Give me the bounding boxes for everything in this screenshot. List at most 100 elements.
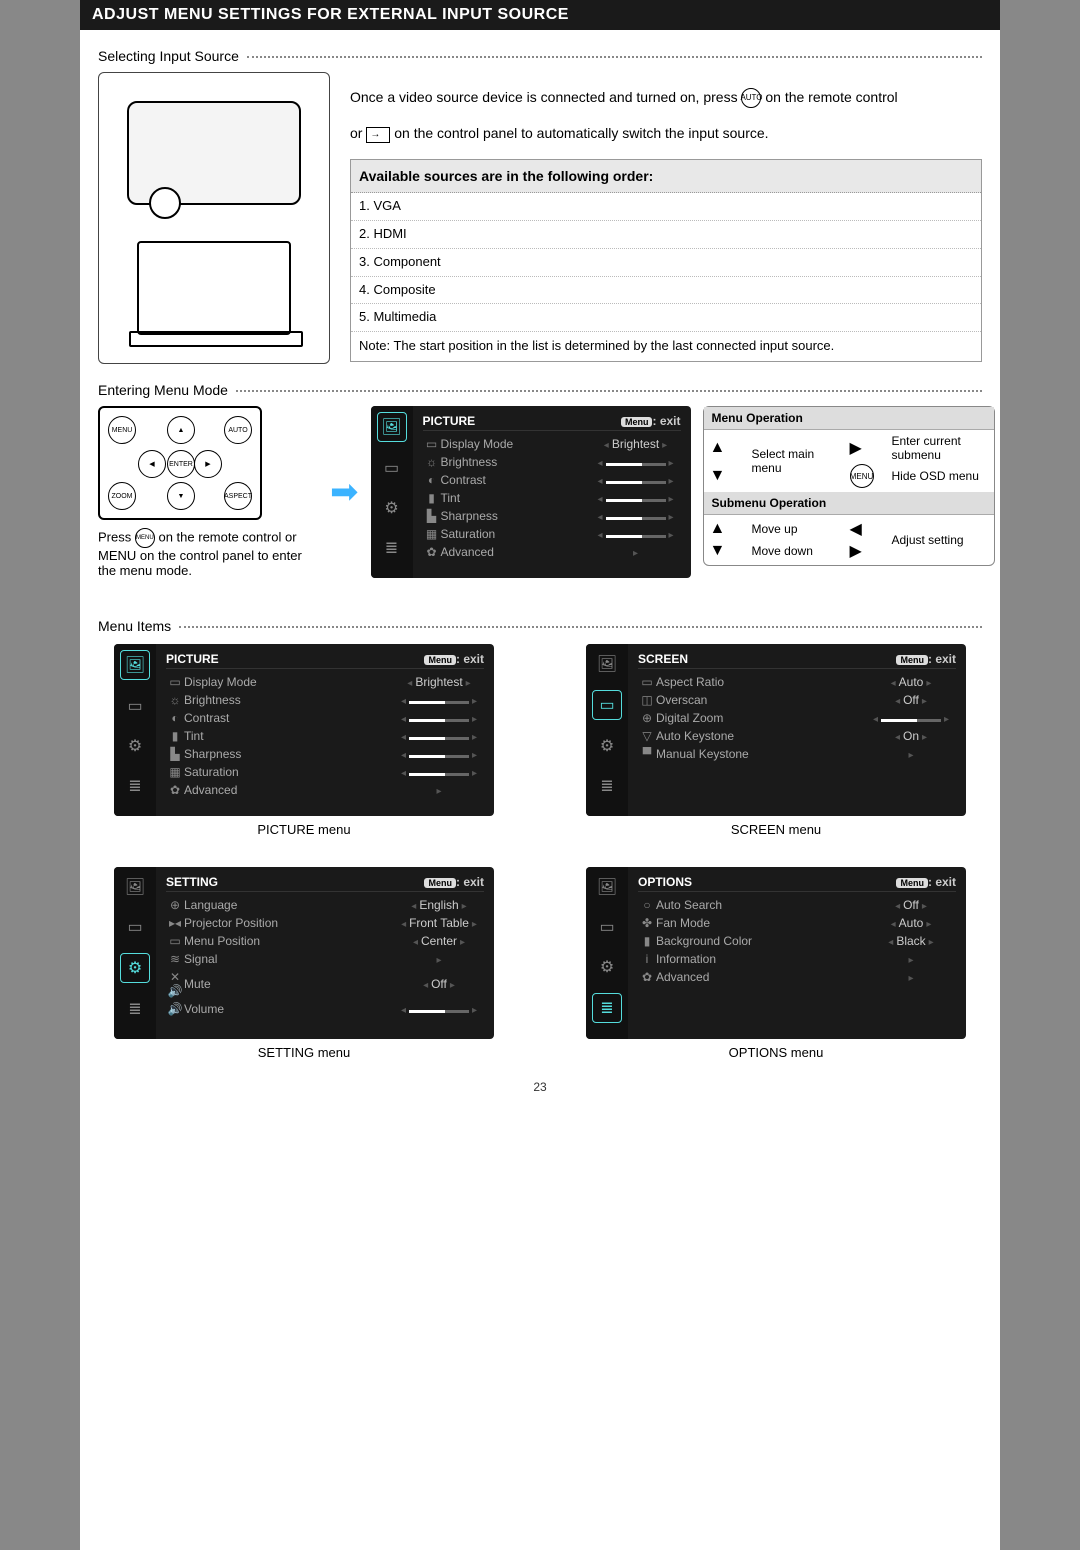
item-icon: ☼: [166, 693, 184, 707]
op-header-1: Menu Operation: [704, 407, 994, 430]
osd-screen-menu: 🖼▭⚙≣SCREENMenu: exit▭Aspect Ratio◂Auto▸◫…: [586, 644, 966, 816]
item-label: Overscan: [656, 693, 866, 707]
remote-left-button: ◀: [138, 450, 166, 478]
op-enter-label: Enter current submenu: [892, 434, 988, 462]
menu-button-icon: MENU: [135, 528, 155, 548]
item-value: ▸: [866, 952, 956, 966]
source-item: 1. VGA: [351, 193, 981, 221]
item-value: ◂▸: [394, 693, 484, 707]
item-value: ◂▸: [394, 711, 484, 725]
right-arrow-icon: ▶: [850, 438, 890, 458]
right-arrow-icon: ▶: [850, 541, 890, 561]
osd-tab-icon: ▭: [378, 454, 406, 482]
item-value: ▸: [591, 545, 681, 559]
down-arrow-icon: ▼: [710, 467, 750, 485]
osd-picture-menu: 🖼▭⚙≣PICTUREMenu: exit▭Display Mode◂Brigh…: [114, 644, 494, 816]
remote-right-button: ▶: [194, 450, 222, 478]
osd-picture-preview: 🖼▭⚙≣PICTUREMenu: exit▭Display Mode◂Brigh…: [371, 406, 691, 578]
op-adjust-label: Adjust setting: [892, 533, 988, 547]
sources-note: Note: The start position in the list is …: [351, 332, 981, 361]
item-icon: ○: [638, 898, 656, 912]
projector-laptop-illustration: [98, 72, 330, 364]
op-header-2: Submenu Operation: [704, 492, 994, 515]
item-icon: ▮: [423, 491, 441, 505]
item-label: Background Color: [656, 934, 866, 948]
osd-tab-icon: ≣: [121, 772, 149, 800]
osd-tab-rail: 🖼▭⚙≣: [586, 867, 628, 1039]
osd-tab-icon: ⚙: [120, 953, 150, 983]
osd-menu-title: OPTIONSMenu: exit: [638, 873, 956, 892]
osd-menu-item: ▙Sharpness◂▸: [423, 507, 681, 525]
osd-menu-item: ▦Saturation◂▸: [423, 525, 681, 543]
arrow-right-icon: ➡: [330, 472, 359, 512]
osd-menu-item: ▦Saturation◂▸: [166, 763, 484, 781]
item-icon: ▀: [638, 747, 656, 761]
item-value: ◂▸: [866, 711, 956, 725]
item-icon: ▙: [166, 747, 184, 761]
osd-menu-item: ◫Overscan◂Off▸: [638, 691, 956, 709]
lens-icon: [149, 187, 181, 219]
item-value: ▸: [394, 952, 484, 966]
source-item: 2. HDMI: [351, 221, 981, 249]
remote-down-button: ▼: [167, 482, 195, 510]
osd-menu-item: ✿Advanced▸: [166, 781, 484, 799]
item-label: Advanced: [184, 783, 394, 797]
laptop-icon: [137, 241, 291, 335]
item-icon: ▦: [423, 527, 441, 541]
down-arrow-icon: ▼: [710, 542, 750, 560]
osd-menu-item: ▮Tint◂▸: [423, 489, 681, 507]
item-label: Advanced: [441, 545, 591, 559]
osd-tab-icon: ⚙: [593, 953, 621, 981]
osd-tab-icon: ▭: [593, 913, 621, 941]
item-icon: i: [638, 952, 656, 966]
page-title: ADJUST MENU SETTINGS FOR EXTERNAL INPUT …: [80, 0, 1000, 30]
osd-menu-item: ✤Fan Mode◂Auto▸: [638, 914, 956, 932]
osd-menu-item: ▙Sharpness◂▸: [166, 745, 484, 763]
item-value: ▸: [394, 783, 484, 797]
osd-menu-item: ◐Contrast◂▸: [166, 709, 484, 727]
item-value: ◂Auto▸: [866, 675, 956, 689]
osd-menu-title: PICTUREMenu: exit: [166, 650, 484, 669]
projector-icon: [127, 101, 301, 205]
osd-menu-item: ▭Aspect Ratio◂Auto▸: [638, 673, 956, 691]
item-label: Sharpness: [441, 509, 591, 523]
item-label: Contrast: [184, 711, 394, 725]
sources-table: Available sources are in the following o…: [350, 159, 982, 362]
item-label: Tint: [441, 491, 591, 505]
item-value: ◂Off▸: [866, 693, 956, 707]
menu-icon: MENU: [850, 464, 874, 488]
enter-menu-caption: Press MENU on the remote control or MENU…: [98, 528, 318, 578]
item-label: Display Mode: [184, 675, 394, 689]
source-item: 5. Multimedia: [351, 304, 981, 332]
item-value: ◂▸: [591, 491, 681, 505]
cap-b: on the remote control: [158, 529, 281, 544]
osd-menu-item: ✿Advanced▸: [423, 543, 681, 561]
item-icon: ▮: [638, 934, 656, 948]
item-label: Auto Keystone: [656, 729, 866, 743]
caption-screen: SCREEN menu: [731, 822, 821, 837]
item-icon: ▸◂: [166, 916, 184, 930]
osd-menu-item: ⊕Language◂English▸: [166, 896, 484, 914]
heading-text: Selecting Input Source: [98, 48, 239, 64]
item-icon: ▭: [166, 675, 184, 689]
item-label: Saturation: [441, 527, 591, 541]
item-value: ◂▸: [394, 729, 484, 743]
caption-picture: PICTURE menu: [257, 822, 350, 837]
osd-tab-rail: 🖼▭⚙≣: [371, 406, 413, 578]
item-label: Brightness: [184, 693, 394, 707]
osd-menu-title: PICTUREMenu: exit: [423, 412, 681, 431]
item-value: ◂Brightest▸: [394, 675, 484, 689]
item-label: Saturation: [184, 765, 394, 779]
auto-button-icon: AUTO: [741, 88, 761, 108]
osd-menu-item: ▭Menu Position◂Center▸: [166, 932, 484, 950]
section-heading-menu-items: Menu Items: [98, 618, 982, 634]
left-arrow-icon: ◀: [850, 519, 890, 539]
item-label: Signal: [184, 952, 394, 966]
item-label: Display Mode: [441, 437, 591, 451]
item-icon: ▙: [423, 509, 441, 523]
osd-menu-item: iInformation▸: [638, 950, 956, 968]
item-icon: ✤: [638, 916, 656, 930]
item-icon: ⊕: [638, 711, 656, 725]
up-arrow-icon: ▲: [710, 439, 750, 457]
item-value: ◂English▸: [394, 898, 484, 912]
